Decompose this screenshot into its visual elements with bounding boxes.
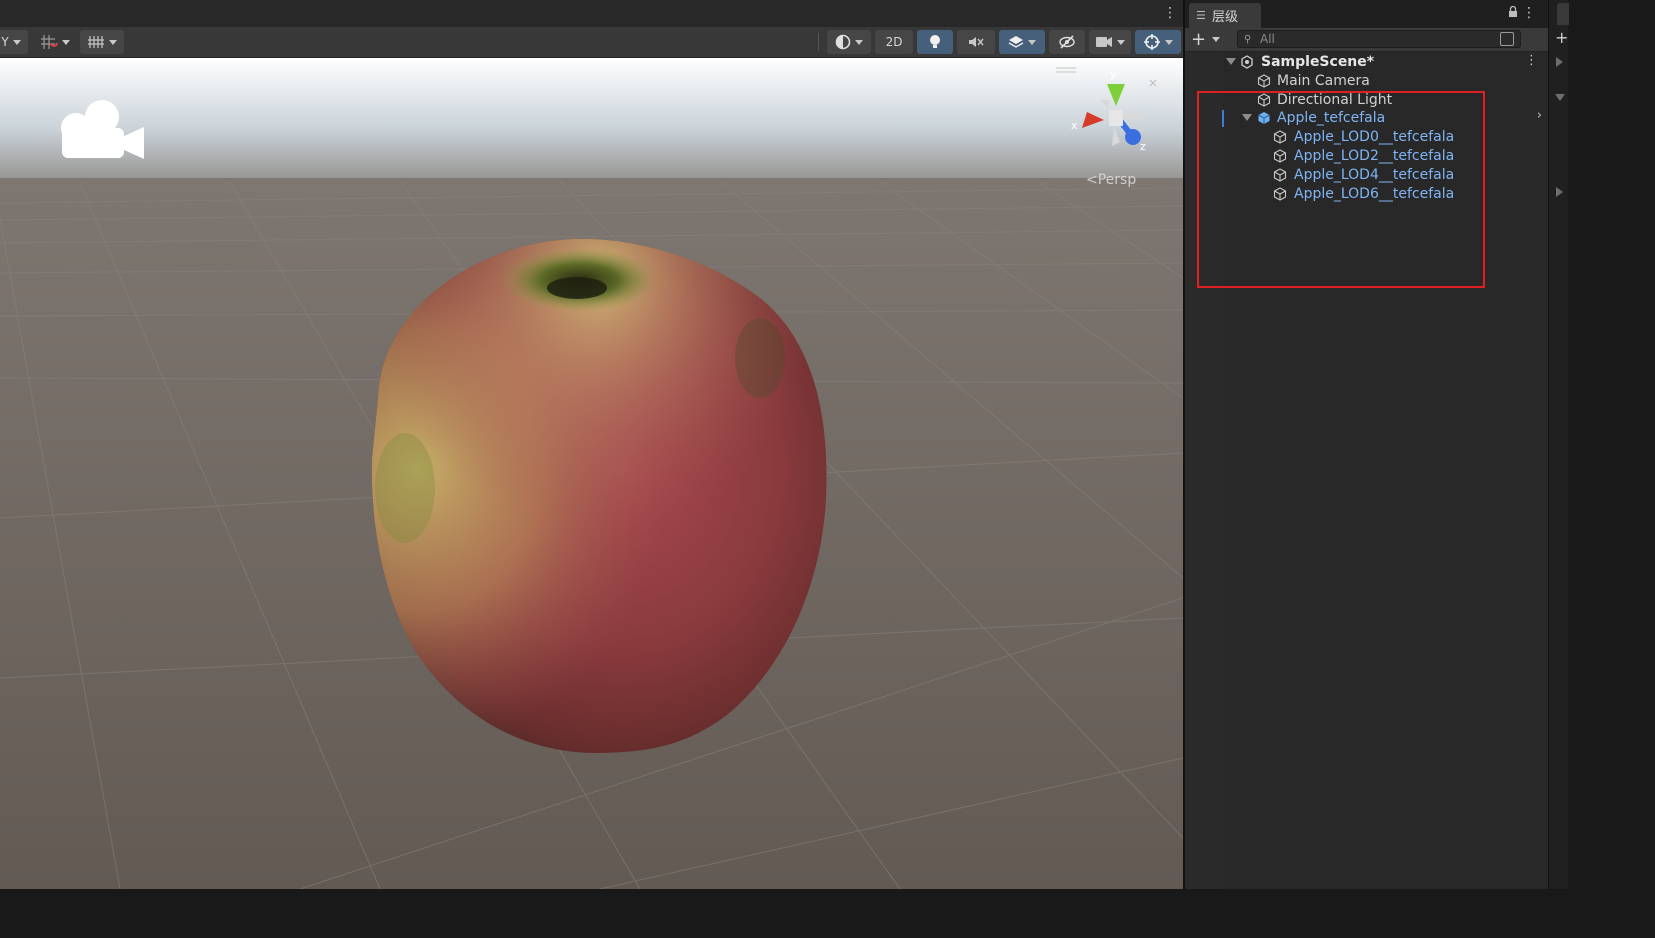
search-filter-icon[interactable] bbox=[1500, 32, 1514, 46]
scene-visibility-toggle[interactable] bbox=[1049, 30, 1085, 54]
gameobject-cube-icon bbox=[1257, 73, 1271, 88]
projection-label: Persp bbox=[1097, 172, 1137, 188]
scene-render bbox=[0, 58, 1183, 889]
grid-visibility-dropdown[interactable] bbox=[80, 30, 124, 54]
gizmo-axis-y-label: y bbox=[1110, 68, 1117, 81]
tab-hierarchy-label: 层级 bbox=[1212, 10, 1239, 25]
hierarchy-toolbar: + ⚲ bbox=[1185, 28, 1548, 52]
scene-toolbar: Y 2D bbox=[0, 27, 1183, 58]
list-item[interactable]: Main Camera bbox=[1185, 71, 1548, 90]
list-icon: ☰ bbox=[1196, 9, 1206, 22]
scene-tab-bar: ⋮ bbox=[0, 0, 1183, 28]
light-bulb-icon bbox=[930, 35, 940, 48]
scene-more-menu-icon[interactable]: ⋮ bbox=[1163, 5, 1177, 21]
scene-view-panel: ⋮ Y 2D y x z <Persp bbox=[0, 0, 1183, 889]
scene-camera-dropdown[interactable] bbox=[1089, 30, 1131, 54]
video-camera-icon bbox=[1096, 37, 1112, 47]
transform-icon: Y bbox=[1, 35, 9, 49]
lighting-toggle-button[interactable] bbox=[917, 30, 953, 54]
snap-grid-dropdown[interactable] bbox=[34, 30, 76, 54]
item-label: Main Camera bbox=[1277, 72, 1370, 89]
scene-viewport[interactable]: y x z <Persp bbox=[0, 58, 1183, 889]
create-object-button[interactable]: + bbox=[1191, 28, 1225, 50]
grid-icon bbox=[88, 36, 104, 48]
speaker-muted-icon bbox=[969, 37, 984, 47]
gizmo-axis-z-label: z bbox=[1140, 140, 1146, 153]
inspector-collapsed-strip: + bbox=[1548, 0, 1569, 889]
draw-mode-dropdown[interactable] bbox=[827, 30, 871, 54]
toggle-2d-label: 2D bbox=[885, 35, 903, 49]
scene-row[interactable]: SampleScene* ⋮ bbox=[1185, 52, 1548, 71]
effects-dropdown[interactable] bbox=[999, 30, 1045, 54]
expand-arrow-icon[interactable] bbox=[1226, 58, 1236, 65]
chevron-down-icon[interactable] bbox=[1555, 94, 1565, 101]
plus-icon: + bbox=[1191, 28, 1207, 50]
gizmo-axis-x-label: x bbox=[1071, 119, 1078, 132]
eye-hidden-icon bbox=[1059, 35, 1075, 49]
annotation-highlight-box bbox=[1197, 91, 1485, 288]
chevron-down-icon bbox=[1212, 36, 1221, 42]
chevron-right-icon[interactable] bbox=[1556, 57, 1563, 67]
scene-menu-icon[interactable]: ⋮ bbox=[1525, 53, 1538, 68]
search-icon: ⚲ bbox=[1244, 33, 1252, 45]
chevron-right-icon[interactable] bbox=[1556, 187, 1563, 197]
audio-toggle-button[interactable] bbox=[957, 30, 995, 54]
gizmo-crosshair-icon bbox=[1144, 34, 1160, 50]
hierarchy-search: ⚲ bbox=[1237, 30, 1521, 48]
hierarchy-more-menu-icon[interactable]: ⋮ bbox=[1522, 5, 1536, 21]
viewport-overlay-menu-icon[interactable] bbox=[1056, 67, 1076, 73]
transform-tools-dropdown[interactable]: Y bbox=[0, 30, 28, 54]
grid-snap-icon bbox=[41, 35, 58, 49]
apple-model[interactable] bbox=[371, 238, 827, 753]
shaded-sphere-icon bbox=[835, 34, 851, 50]
chevron-left-icon: < bbox=[1086, 172, 1098, 188]
inspector-tab-stub[interactable] bbox=[1557, 3, 1569, 25]
toolbar-separator bbox=[818, 33, 819, 51]
toggle-2d-button[interactable]: 2D bbox=[875, 30, 913, 54]
layers-effects-icon bbox=[1008, 36, 1024, 48]
plus-icon[interactable]: + bbox=[1555, 28, 1568, 47]
projection-toggle[interactable]: <Persp bbox=[1086, 172, 1136, 188]
chevron-right-icon[interactable]: › bbox=[1537, 108, 1542, 123]
lock-icon[interactable] bbox=[1508, 5, 1518, 21]
unity-scene-icon bbox=[1241, 54, 1253, 69]
tab-hierarchy[interactable]: ☰ 层级 bbox=[1189, 3, 1261, 28]
gizmos-dropdown[interactable] bbox=[1135, 30, 1181, 54]
sky-background bbox=[0, 58, 1183, 188]
scene-name-label: SampleScene* bbox=[1261, 53, 1375, 70]
hierarchy-tab-bar: ☰ 层级 ⋮ bbox=[1185, 0, 1548, 28]
hierarchy-search-input[interactable] bbox=[1258, 31, 1502, 47]
